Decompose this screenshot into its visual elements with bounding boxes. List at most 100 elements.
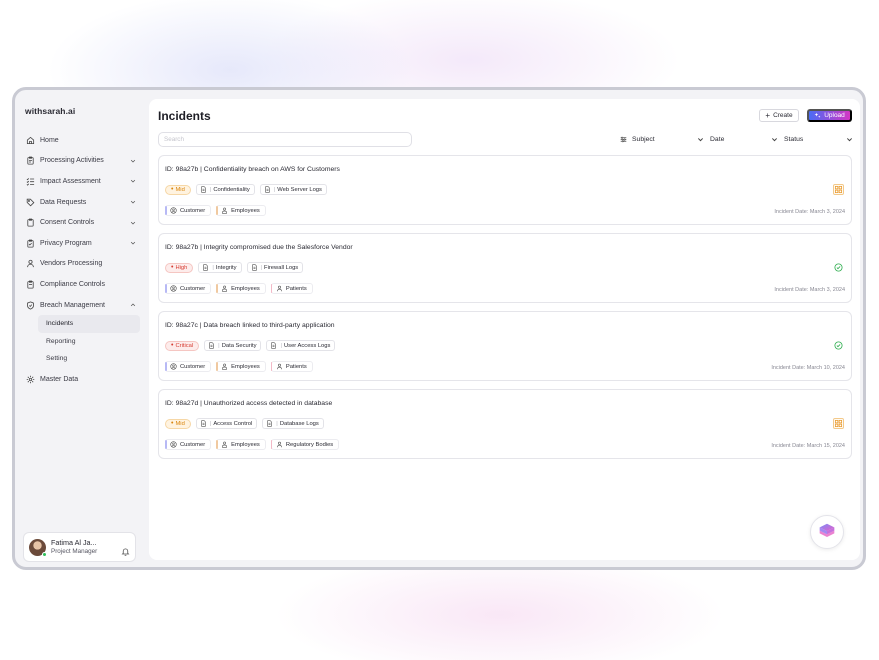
party-label: Employees bbox=[231, 441, 260, 448]
sliders-icon bbox=[620, 136, 627, 142]
incident-date: Incident Date: March 10, 2024 bbox=[771, 365, 845, 371]
upload-button-label: Upload bbox=[824, 112, 845, 119]
sidebar-item-label: Privacy Program bbox=[40, 239, 92, 247]
plus-icon: + bbox=[765, 110, 771, 120]
user-circle-icon bbox=[170, 285, 177, 292]
document-icon bbox=[201, 186, 206, 193]
sidebar-item-label: Vendors Processing bbox=[40, 260, 103, 268]
user-role: Project Manager bbox=[51, 547, 98, 555]
sidebar-item-home[interactable]: Home bbox=[23, 130, 139, 151]
document-icon bbox=[209, 342, 214, 349]
incident-card[interactable]: ID: 98a27b | Integrity compromised due t… bbox=[158, 233, 852, 303]
incident-tags: • Mid | Access Control | Database Logs bbox=[165, 418, 329, 429]
gear-icon bbox=[26, 375, 35, 384]
party-tag: Employees bbox=[216, 283, 266, 294]
sidebar-subitem-reporting[interactable]: Reporting bbox=[38, 333, 140, 350]
chevron-down-icon bbox=[697, 137, 704, 141]
party-label: Employees bbox=[231, 207, 260, 214]
assistant-button[interactable] bbox=[810, 515, 844, 549]
list-check-icon bbox=[26, 177, 35, 186]
category-label: Integrity bbox=[215, 264, 237, 271]
category-label: Access Control bbox=[213, 420, 253, 427]
user-circle-icon bbox=[170, 363, 177, 370]
chevron-down-icon bbox=[129, 157, 137, 165]
party-label: Regulatory Bodies bbox=[285, 441, 334, 448]
chevron-down-icon bbox=[129, 198, 137, 206]
party-tag: Employees bbox=[216, 361, 266, 372]
online-status-dot bbox=[42, 551, 47, 557]
severity-label: Mid bbox=[175, 420, 185, 427]
severity-badge: • Mid bbox=[165, 418, 191, 429]
person-icon bbox=[276, 441, 282, 448]
sidebar-item-privacy-program[interactable]: Privacy Program bbox=[23, 233, 139, 254]
sidebar-item-label: Breach Management bbox=[40, 301, 105, 309]
sidebar-item-data-requests[interactable]: Data Requests bbox=[23, 192, 139, 213]
party-label: Employees bbox=[231, 285, 260, 292]
category-tag: | Data Security bbox=[204, 340, 262, 351]
incident-title: ID: 98a27b | Confidentiality breach on A… bbox=[165, 166, 340, 173]
party-tag: Customer bbox=[165, 361, 212, 372]
party-label: Customer bbox=[180, 285, 206, 292]
brand-logo: withsarah.ai bbox=[25, 106, 76, 116]
user-name: Fatima Al Ja... bbox=[51, 537, 97, 547]
sidebar-item-vendors-processing[interactable]: Vendors Processing bbox=[23, 254, 139, 275]
check-circle-icon bbox=[833, 340, 844, 351]
app-window: withsarah.ai Home Processing Activities bbox=[12, 87, 866, 570]
incident-title: ID: 98a27b | Integrity compromised due t… bbox=[165, 244, 353, 251]
party-label: Customer bbox=[180, 207, 206, 214]
search-input[interactable] bbox=[158, 132, 412, 147]
pending-status-icon bbox=[833, 184, 844, 195]
incident-date: Incident Date: March 3, 2024 bbox=[774, 209, 845, 215]
sidebar-subitem-setting[interactable]: Setting bbox=[38, 350, 140, 367]
source-tag: | Database Logs bbox=[262, 418, 324, 429]
status-filter-label: Status bbox=[784, 135, 804, 143]
bell-icon[interactable] bbox=[121, 543, 130, 556]
incident-parties: Customer Employees Patients bbox=[165, 283, 318, 294]
party-tag: Employees bbox=[216, 205, 266, 216]
create-button[interactable]: + Create bbox=[759, 109, 799, 122]
sidebar-item-breach-management[interactable]: Breach Management bbox=[23, 295, 139, 316]
source-tag: | Firewall Logs bbox=[246, 262, 304, 273]
person-icon bbox=[276, 285, 282, 292]
document-icon bbox=[251, 264, 257, 271]
clipboard-icon bbox=[26, 156, 35, 165]
incident-parties: Customer Employees Regulatory Bodies bbox=[165, 439, 344, 450]
sidebar-item-compliance-controls[interactable]: Compliance Controls bbox=[23, 274, 139, 295]
status-filter[interactable]: Status bbox=[771, 133, 853, 145]
sidebar-item-label: Impact Assessment bbox=[40, 177, 101, 185]
party-tag: Customer bbox=[165, 283, 212, 294]
source-label: User Access Logs bbox=[284, 342, 331, 349]
source-label: Web Server Logs bbox=[277, 186, 322, 193]
sidebar-subitem-incidents[interactable]: Incidents bbox=[38, 315, 140, 333]
user-circle-icon bbox=[170, 207, 177, 214]
users-icon bbox=[222, 441, 228, 448]
sidebar-item-consent-controls[interactable]: Consent Controls bbox=[23, 212, 139, 233]
chevron-down-icon bbox=[846, 137, 853, 141]
upload-button[interactable]: Upload bbox=[807, 109, 852, 122]
subject-filter-label: Subject bbox=[632, 135, 655, 143]
category-tag: | Access Control bbox=[195, 418, 258, 429]
main-panel: Incidents + Create Upload Subject Date S… bbox=[149, 99, 860, 560]
subject-filter[interactable]: Subject bbox=[620, 133, 655, 145]
incident-title: ID: 98a27d | Unauthorized access detecte… bbox=[165, 400, 333, 407]
date-filter-label: Date bbox=[710, 135, 725, 143]
chevron-down-icon bbox=[129, 219, 137, 227]
incident-card[interactable]: ID: 98a27c | Data breach linked to third… bbox=[158, 311, 852, 381]
incident-date: Incident Date: March 15, 2024 bbox=[771, 443, 845, 449]
date-filter[interactable]: Date bbox=[697, 133, 724, 145]
sidebar-item-processing-activities[interactable]: Processing Activities bbox=[23, 151, 139, 172]
chevron-down-icon bbox=[771, 137, 778, 141]
document-icon bbox=[271, 342, 277, 349]
user-profile-card[interactable]: Fatima Al Ja... Project Manager bbox=[23, 532, 136, 562]
category-label: Data Security bbox=[221, 342, 257, 349]
sidebar-item-impact-assessment[interactable]: Impact Assessment bbox=[23, 171, 139, 192]
incident-card[interactable]: ID: 98a27b | Confidentiality breach on A… bbox=[158, 155, 852, 225]
incident-card[interactable]: ID: 98a27d | Unauthorized access detecte… bbox=[158, 389, 852, 459]
chevron-down-icon bbox=[129, 239, 137, 247]
sidebar-item-master-data[interactable]: Master Data bbox=[23, 369, 139, 390]
check-circle-icon bbox=[833, 262, 844, 273]
party-label: Employees bbox=[231, 363, 260, 370]
document-icon bbox=[265, 186, 270, 193]
chevron-up-icon bbox=[129, 301, 137, 309]
party-label: Patients bbox=[285, 363, 307, 370]
